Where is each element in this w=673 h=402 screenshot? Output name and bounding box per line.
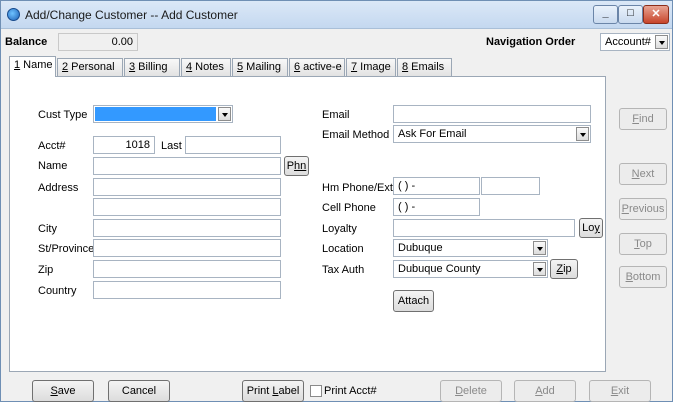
cust-type-select[interactable] (93, 105, 233, 123)
chevron-down-icon (533, 241, 546, 255)
st-province-label: St/Province (38, 243, 95, 255)
name-label: Name (38, 160, 68, 172)
email-method-select[interactable]: Ask For Email (393, 125, 591, 143)
country-label: Country (38, 285, 77, 297)
navigation-order-value: Account# (605, 36, 651, 48)
save-button[interactable]: Save (32, 380, 94, 402)
minimize-button[interactable]: _ (593, 5, 618, 24)
email-label: Email (322, 109, 350, 121)
navigation-order-label: Navigation Order (486, 36, 576, 48)
st-province-field[interactable] (93, 239, 281, 257)
bottom-button[interactable]: Bottom (619, 266, 667, 288)
tab-billing[interactable]: 3 Billing (124, 58, 180, 76)
cell-phone-label: Cell Phone (322, 202, 376, 214)
zip-field[interactable] (93, 260, 281, 278)
acct-number-field[interactable]: 1018 (93, 136, 155, 154)
maximize-button[interactable]: □ (618, 5, 643, 24)
home-phone-ext-field[interactable] (481, 177, 540, 195)
tab-mailing[interactable]: 5 Mailing (232, 58, 288, 76)
cancel-button[interactable]: Cancel (108, 380, 170, 402)
location-value: Dubuque (398, 242, 443, 254)
tab-notes[interactable]: 4 Notes (181, 58, 231, 76)
tax-auth-select[interactable]: Dubuque County (393, 260, 548, 278)
navigation-order-select[interactable]: Account# (600, 33, 670, 51)
zip-label: Zip (38, 264, 54, 276)
balance-label: Balance (5, 36, 48, 48)
chevron-down-icon (655, 35, 668, 49)
country-field[interactable] (93, 281, 281, 299)
tab-name[interactable]: 1 Name (9, 56, 56, 77)
acct-label: Acct# (38, 140, 66, 152)
city-field[interactable] (93, 219, 281, 237)
title-bar[interactable]: Add/Change Customer -- Add Customer _ □ … (1, 1, 672, 29)
zip-lookup-button[interactable]: Zip (550, 259, 578, 279)
last-name-field[interactable] (185, 136, 281, 154)
address-line1-field[interactable] (93, 178, 281, 196)
tax-auth-value: Dubuque County (398, 263, 481, 275)
chevron-down-icon (576, 127, 589, 141)
add-change-customer-window: Add/Change Customer -- Add Customer _ □ … (0, 0, 673, 402)
cust-type-selection-highlight (95, 107, 216, 121)
minimize-icon: _ (602, 7, 609, 19)
print-acct-checkbox[interactable] (310, 385, 322, 397)
top-button[interactable]: Top (619, 233, 667, 255)
email-method-value: Ask For Email (398, 128, 467, 140)
tab-image[interactable]: 7 Image (346, 58, 396, 76)
name-field[interactable] (93, 157, 281, 175)
chevron-down-icon (218, 107, 231, 121)
chevron-down-icon (533, 262, 546, 276)
cust-type-label: Cust Type (38, 109, 88, 121)
next-button[interactable]: Next (619, 163, 667, 185)
attach-button[interactable]: Attach (393, 290, 434, 312)
close-icon: ✕ (651, 8, 661, 20)
email-method-label: Email Method (322, 129, 390, 141)
delete-button[interactable]: Delete (440, 380, 502, 402)
city-label: City (38, 223, 57, 235)
email-field[interactable] (393, 105, 591, 123)
exit-button[interactable]: Exit (589, 380, 651, 402)
loyalty-button[interactable]: Loy (579, 218, 603, 238)
loyalty-label: Loyalty (322, 223, 357, 235)
find-button[interactable]: Find (619, 108, 667, 130)
location-select[interactable]: Dubuque (393, 239, 548, 257)
tax-auth-label: Tax Auth (322, 264, 365, 276)
address-line2-field[interactable] (93, 198, 281, 216)
print-label-button[interactable]: Print Label (242, 380, 304, 402)
tab-emails[interactable]: 8 Emails (397, 58, 452, 76)
window-title: Add/Change Customer -- Add Customer (25, 8, 238, 22)
close-button[interactable]: ✕ (643, 5, 669, 24)
phonetic-button[interactable]: Phn (284, 156, 309, 176)
print-acct-label: Print Acct# (324, 385, 377, 397)
last-label: Last (161, 140, 182, 152)
location-label: Location (322, 243, 364, 255)
app-icon (7, 8, 20, 21)
tab-active-e[interactable]: 6 active-e (289, 58, 345, 76)
address-label: Address (38, 182, 79, 194)
home-phone-field[interactable]: ( ) - (393, 177, 480, 195)
previous-button[interactable]: Previous (619, 198, 667, 220)
balance-field: 0.00 (58, 33, 138, 51)
tab-personal[interactable]: 2 Personal (57, 58, 123, 76)
maximize-icon: □ (627, 7, 634, 19)
loyalty-field[interactable] (393, 219, 575, 237)
cell-phone-field[interactable]: ( ) - (393, 198, 480, 216)
add-button[interactable]: Add (514, 380, 576, 402)
hm-phone-label: Hm Phone/Ext (322, 182, 393, 194)
